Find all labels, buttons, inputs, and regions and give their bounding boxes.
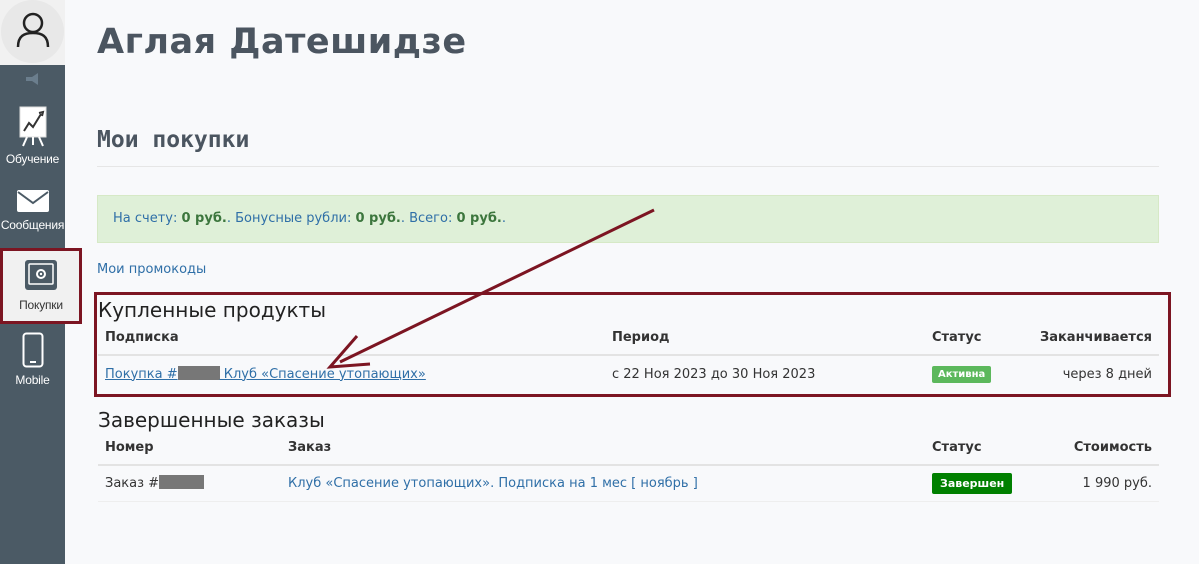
purchase-prefix: Покупка # [105,366,178,382]
bought-products-table: Подписка Период Статус Заканчивается Пок… [98,321,1159,392]
column-header: Заказ [281,431,925,466]
column-header: Стоимость [1033,431,1159,466]
phone-icon [22,332,43,368]
balance-panel: На счету: 0 руб.. Бонусные рубли: 0 руб.… [97,195,1159,243]
avatar-area [0,0,65,65]
purchase-name: Клуб «Спасение утопающих» [219,366,426,382]
period-cell: с 22 Ноя 2023 до 30 Ноя 2023 [611,366,816,382]
column-header: Период [604,321,925,356]
column-header: Заканчивается [1032,321,1159,356]
sidebar-item-mobile[interactable]: Mobile [0,332,65,387]
bonus-label: . Бонусные рубли: [226,211,356,226]
sidebar-item-messages[interactable]: Сообщения [0,190,65,232]
redacted-id [177,365,220,380]
table-header-row: Номер Заказ Статус Стоимость [98,431,1159,466]
user-name-title: Аглая Датешидзе [97,22,467,62]
order-number-cell: Заказ # [98,465,281,502]
divider [97,166,1159,167]
table-header-row: Подписка Период Статус Заканчивается [98,321,1159,356]
column-header: Статус [924,321,1033,356]
annotation-box-sidebar [0,248,82,324]
envelope-icon [16,190,49,212]
completed-orders-table: Номер Заказ Статус Стоимость Заказ # Клу… [98,431,1159,502]
redacted-id [159,475,205,489]
avatar[interactable] [1,0,64,63]
chart-board-icon [19,106,46,147]
promo-codes-link[interactable]: Мои промокоды [97,262,206,277]
total-label: . Всего: [400,211,457,226]
user-icon [16,12,50,48]
table-row: Заказ # Клуб «Спасение утопающих». Подпи… [98,465,1159,502]
order-number-prefix: Заказ # [105,476,160,491]
sidebar-item-label: Сообщения [0,218,65,232]
account-value: 0 руб. [181,211,227,226]
status-badge: Активна [931,365,992,383]
megaphone-icon[interactable] [24,71,42,87]
bought-products-title: Купленные продукты [98,298,326,322]
sidebar-item-label: Mobile [15,373,50,387]
page-title: Мои покупки [97,127,250,153]
total-value: 0 руб. [456,211,502,226]
ends-cell: через 8 дней [1062,366,1152,382]
sidebar-item-learning[interactable]: Обучение [0,105,65,166]
balance-end: . [501,211,506,226]
table-row: Покупка # Клуб «Спасение утопающих» с 22… [98,355,1159,392]
account-label: На счету: [113,211,182,226]
status-badge: Завершен [932,473,1013,494]
cost-cell: 1 990 руб. [1033,465,1159,502]
column-header: Подписка [98,321,605,356]
sidebar: Обучение Сообщения Покупки Mobile [0,0,82,564]
column-header: Статус [925,431,1033,466]
completed-orders-title: Завершенные заказы [98,408,325,432]
sidebar-item-label: Обучение [5,152,60,166]
bonus-value: 0 руб. [355,211,401,226]
column-header: Номер [98,431,281,466]
order-link[interactable]: Клуб «Спасение утопающих». Подписка на 1… [288,476,698,491]
purchase-link[interactable]: Покупка # Клуб «Спасение утопающих» [105,365,426,382]
